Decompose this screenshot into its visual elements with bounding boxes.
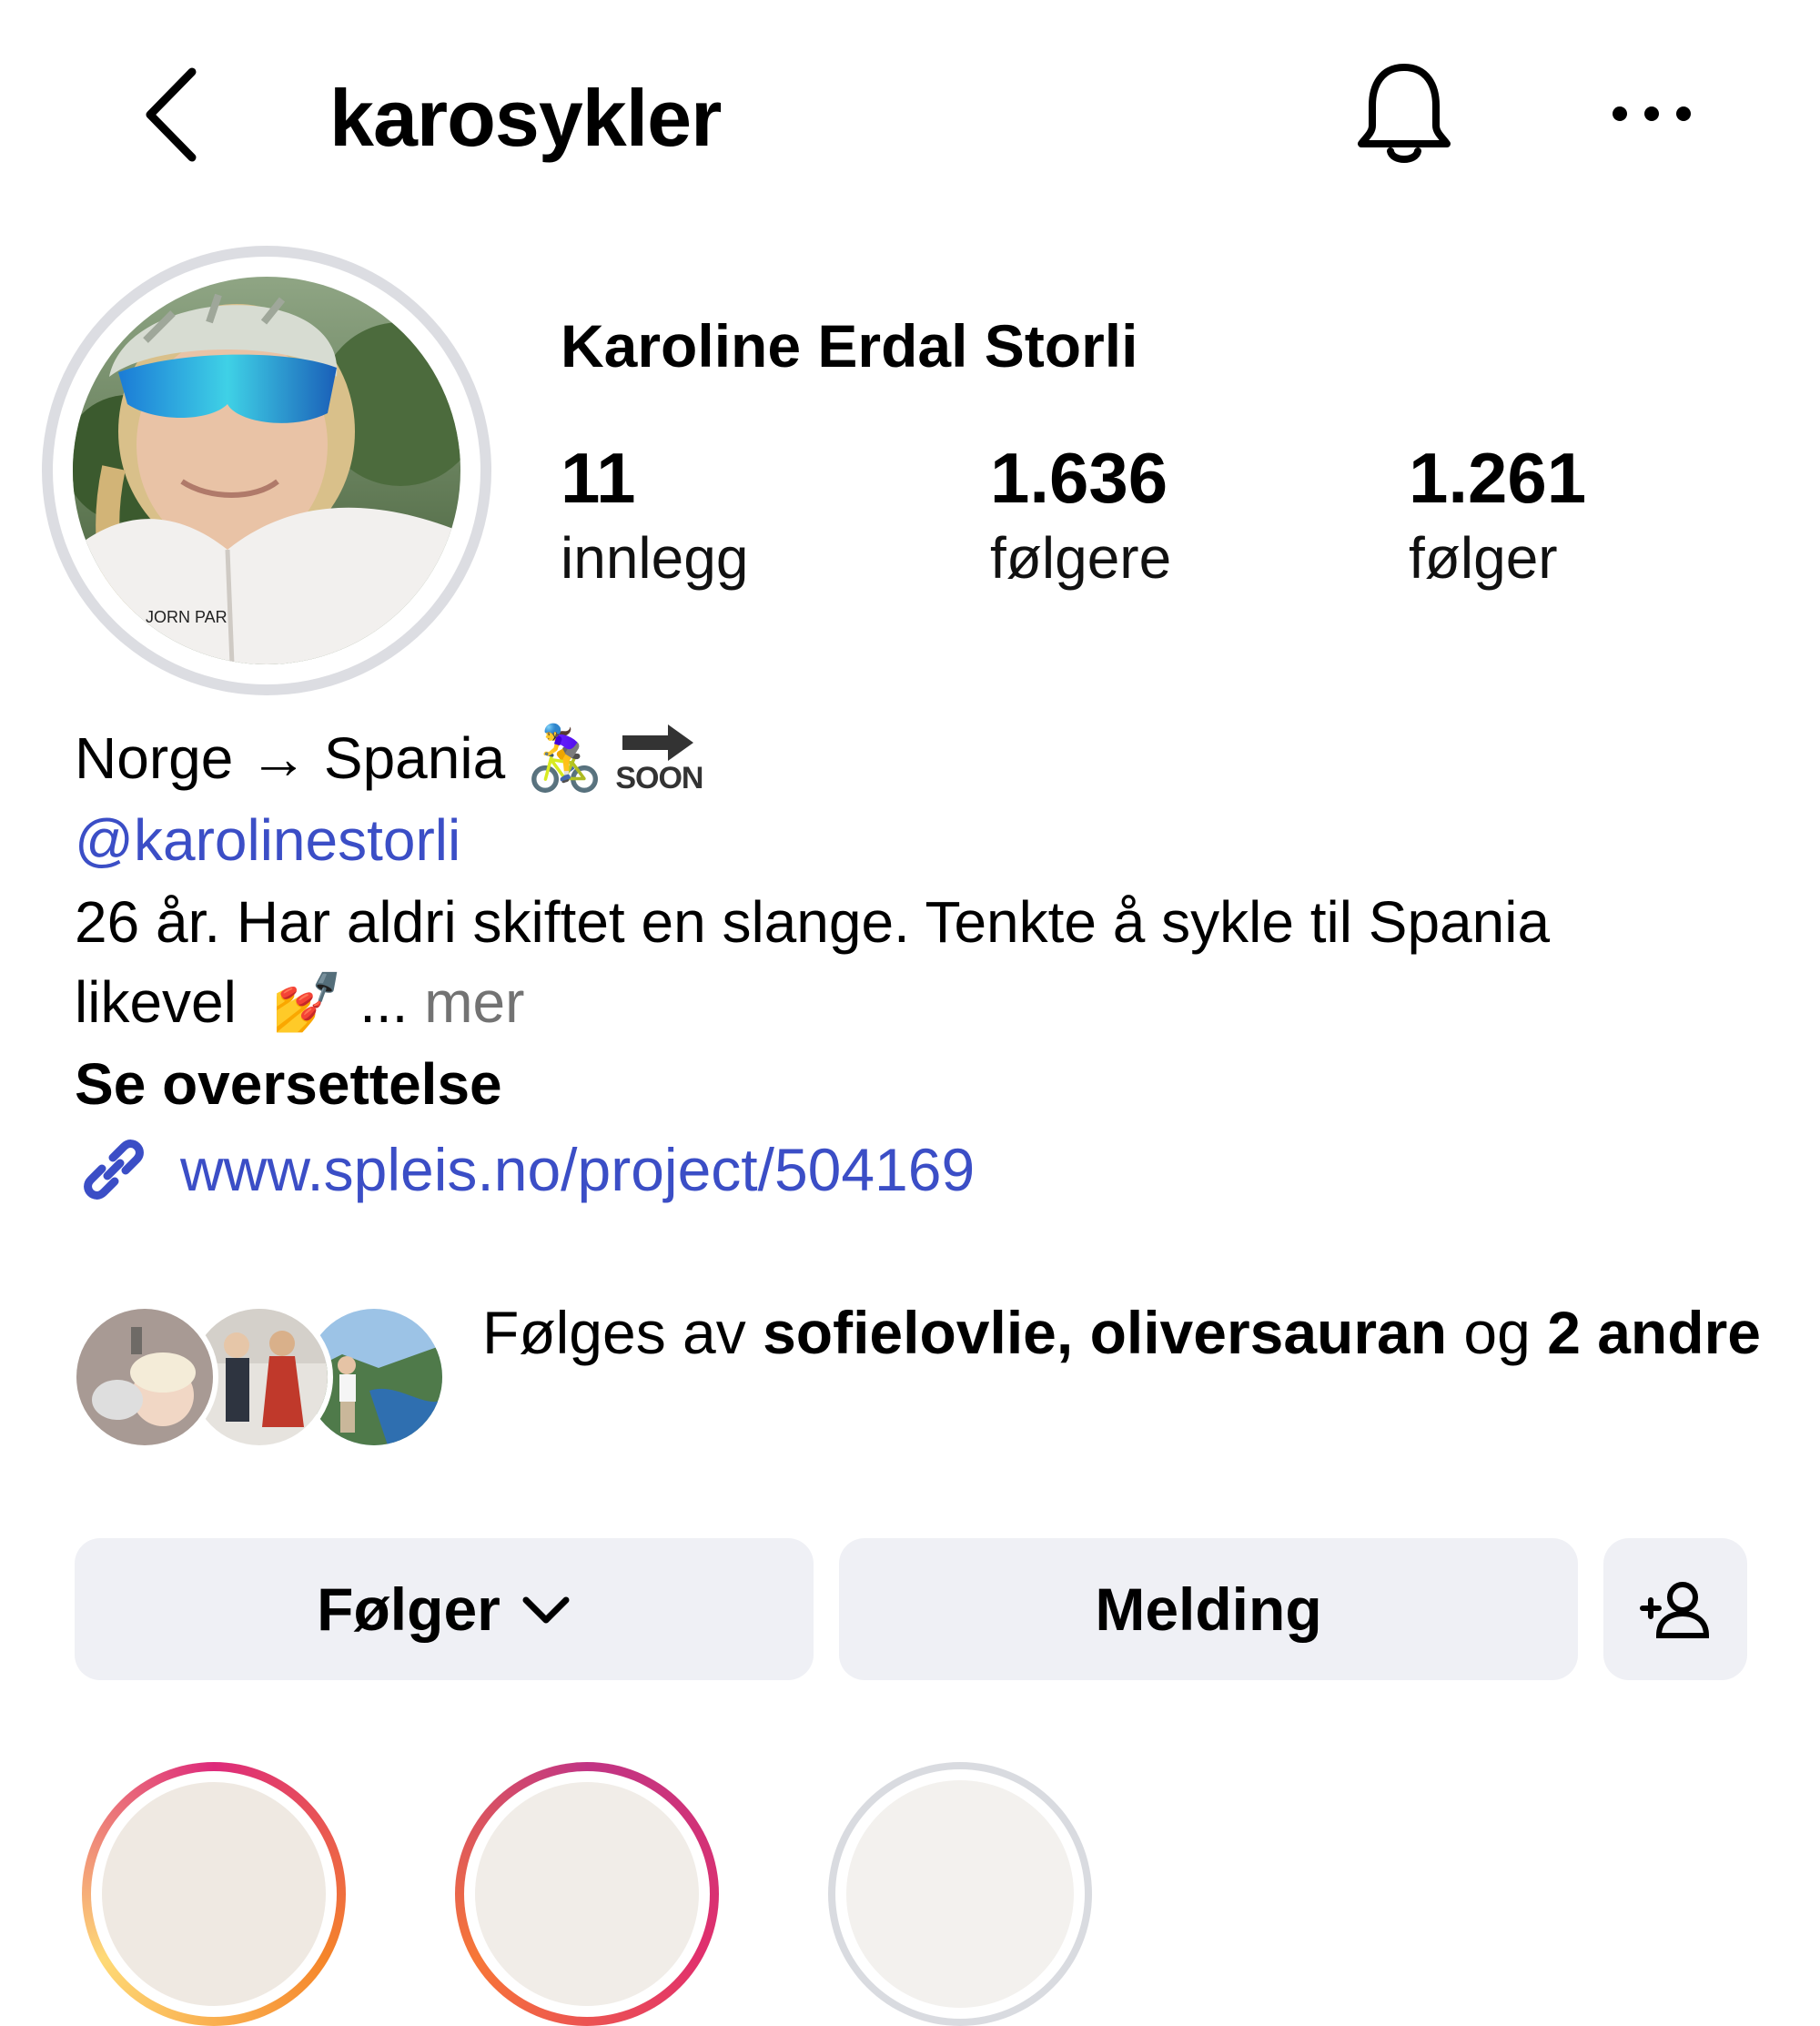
bio-ellipsis: ... (343, 969, 425, 1035)
following-button-label: Følger (317, 1575, 500, 1643)
back-button[interactable] (136, 60, 209, 169)
soon-arrow-emoji: SOON (615, 723, 703, 794)
cyclist-emoji: 🚴‍♀️ (525, 723, 605, 794)
following-count[interactable]: 1.261 følger (1409, 437, 1586, 597)
followers-count[interactable]: 1.636 følgere (990, 437, 1171, 597)
bio-line-1: Norge → Spania 🚴‍♀️ SOON (75, 719, 703, 797)
followers-count-value: 1.636 (990, 438, 1168, 518)
svg-text:JORN PAR: JORN PAR (146, 608, 228, 626)
following-count-label: følger (1409, 525, 1558, 591)
message-button-label: Melding (1095, 1575, 1322, 1643)
bio-link-text: www.spleis.no/project/504169 (180, 1136, 976, 1203)
bio-external-link[interactable]: www.spleis.no/project/504169 (75, 1129, 975, 1211)
profile-full-name: Karoline Erdal Storli (561, 312, 1138, 380)
profile-avatar[interactable]: JORN PAR (42, 246, 491, 695)
right-arrow-icon (622, 724, 694, 761)
posts-count-label: innlegg (561, 525, 749, 591)
nail-polish-emoji: 💅 (270, 969, 344, 1035)
bio-line-3: likevel 💅 ... mer (75, 963, 524, 1041)
bio-mention-link[interactable]: @karolinestorli (75, 801, 460, 879)
posts-count[interactable]: 11 innlegg (561, 437, 748, 597)
followed-by-user-2: oliversauran (1089, 1299, 1448, 1366)
story-highlight-1[interactable] (82, 1762, 346, 2026)
followed-by-separator: , (1056, 1299, 1090, 1366)
profile-username: karosykler (329, 73, 722, 163)
posts-count-value: 11 (561, 438, 636, 518)
following-button[interactable]: Følger (75, 1538, 814, 1680)
add-person-icon (1640, 1582, 1710, 1638)
profile-photo: JORN PAR (73, 277, 460, 664)
followed-by-text[interactable]: Følges av sofielovlie, oliversauran og 2… (482, 1292, 1774, 1373)
more-horizontal-icon (1613, 106, 1691, 121)
more-options-button[interactable] (1602, 82, 1702, 146)
followed-by-prefix: Følges av (482, 1299, 763, 1366)
followed-by-others: 2 andre (1547, 1299, 1761, 1366)
soon-label: SOON (615, 761, 703, 795)
chevron-left-icon (146, 67, 197, 162)
story-highlight-2[interactable] (455, 1762, 719, 2026)
link-icon (84, 1140, 144, 1200)
followed-by-connector: og (1447, 1299, 1548, 1366)
notifications-button[interactable] (1354, 60, 1454, 169)
bio-line-2: 26 år. Har aldri skiftet en slange. Tenk… (75, 889, 1551, 955)
followers-count-label: følgere (990, 525, 1172, 591)
following-count-value: 1.261 (1409, 438, 1587, 518)
bio-more-button[interactable]: mer (424, 969, 524, 1035)
follower-avatar-1[interactable] (71, 1303, 218, 1451)
chevron-down-icon (522, 1596, 570, 1624)
bio-line-3-text: likevel (75, 969, 237, 1035)
story-highlight-3[interactable] (828, 1762, 1092, 2026)
message-button[interactable]: Melding (839, 1538, 1578, 1680)
bio-route-text: Norge → Spania (75, 725, 506, 791)
see-translation-button[interactable]: Se oversettelse (75, 1045, 502, 1123)
suggest-user-button[interactable] (1603, 1538, 1747, 1680)
bell-icon (1358, 64, 1451, 163)
followed-by-user-1: sofielovlie (763, 1299, 1057, 1366)
